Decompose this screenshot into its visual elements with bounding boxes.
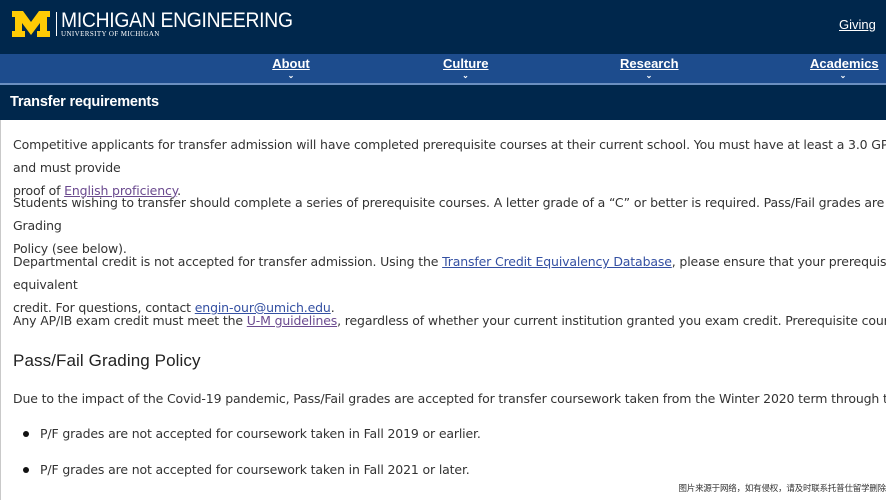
site-header: MICHIGAN ENGINEERING UNIVERSITY OF MICHI… [0,0,886,54]
nav-item-label[interactable]: Academics [810,56,879,71]
giving-link[interactable]: Giving [839,17,876,32]
list-item-text: P/F grades are not accepted for coursewo… [40,426,481,441]
nav-item-about[interactable]: About ⌄ [272,56,310,80]
nav-item-label[interactable]: Culture [443,56,489,71]
paragraph-text: Students wishing to transfer should comp… [13,195,886,233]
main-content: Competitive applicants for transfer admi… [0,120,886,500]
bullet-icon [23,466,29,473]
page-title: Transfer requirements [10,94,159,110]
section-title-bar: Transfer requirements [0,85,886,120]
paragraph-text: Departmental credit is not accepted for … [13,254,443,269]
watermark: 图片来源于网络，如有侵权，请及时联系托普仕留学删除 [678,482,886,494]
list-item: P/F grades are not accepted for coursewo… [23,462,470,477]
nav-item-label[interactable]: About [272,56,310,71]
nav-item-research[interactable]: Research ⌄ [620,56,679,80]
paragraph-covid-policy: Due to the impact of the Covid-19 pandem… [13,391,886,406]
chevron-down-icon: ⌄ [462,71,469,80]
block-m-logo-icon[interactable] [12,11,50,37]
section-heading: Pass/Fail Grading Policy [13,351,201,370]
paragraph-text: , regardless of whether your current ins… [337,313,886,328]
nav-item-academics[interactable]: Academics ⌄ [810,56,879,80]
list-item-text: P/F grades are not accepted for coursewo… [40,462,470,477]
nav-item-label[interactable]: Research [620,56,679,71]
nav-item-culture[interactable]: Culture ⌄ [443,56,489,80]
list-item: P/F grades are not accepted for coursewo… [23,426,481,441]
main-nav: About ⌄ Culture ⌄ Research ⌄ Academics ⌄ [0,54,886,85]
um-guidelines-link[interactable]: U-M guidelines [247,313,338,328]
chevron-down-icon: ⌄ [287,71,295,80]
brand-divider [56,12,57,36]
paragraph-ap-ib: Any AP/IB exam credit must meet the U-M … [13,309,886,332]
brand-subtitle: UNIVERSITY OF MICHIGAN [61,30,160,38]
paragraph-text: Any AP/IB exam credit must meet the [13,313,247,328]
chevron-down-icon: ⌄ [645,71,653,80]
paragraph-text: Competitive applicants for transfer admi… [13,137,886,175]
bullet-icon [23,430,29,437]
chevron-down-icon: ⌄ [839,71,847,80]
transfer-credit-database-link[interactable]: Transfer Credit Equivalency Database [442,254,672,269]
